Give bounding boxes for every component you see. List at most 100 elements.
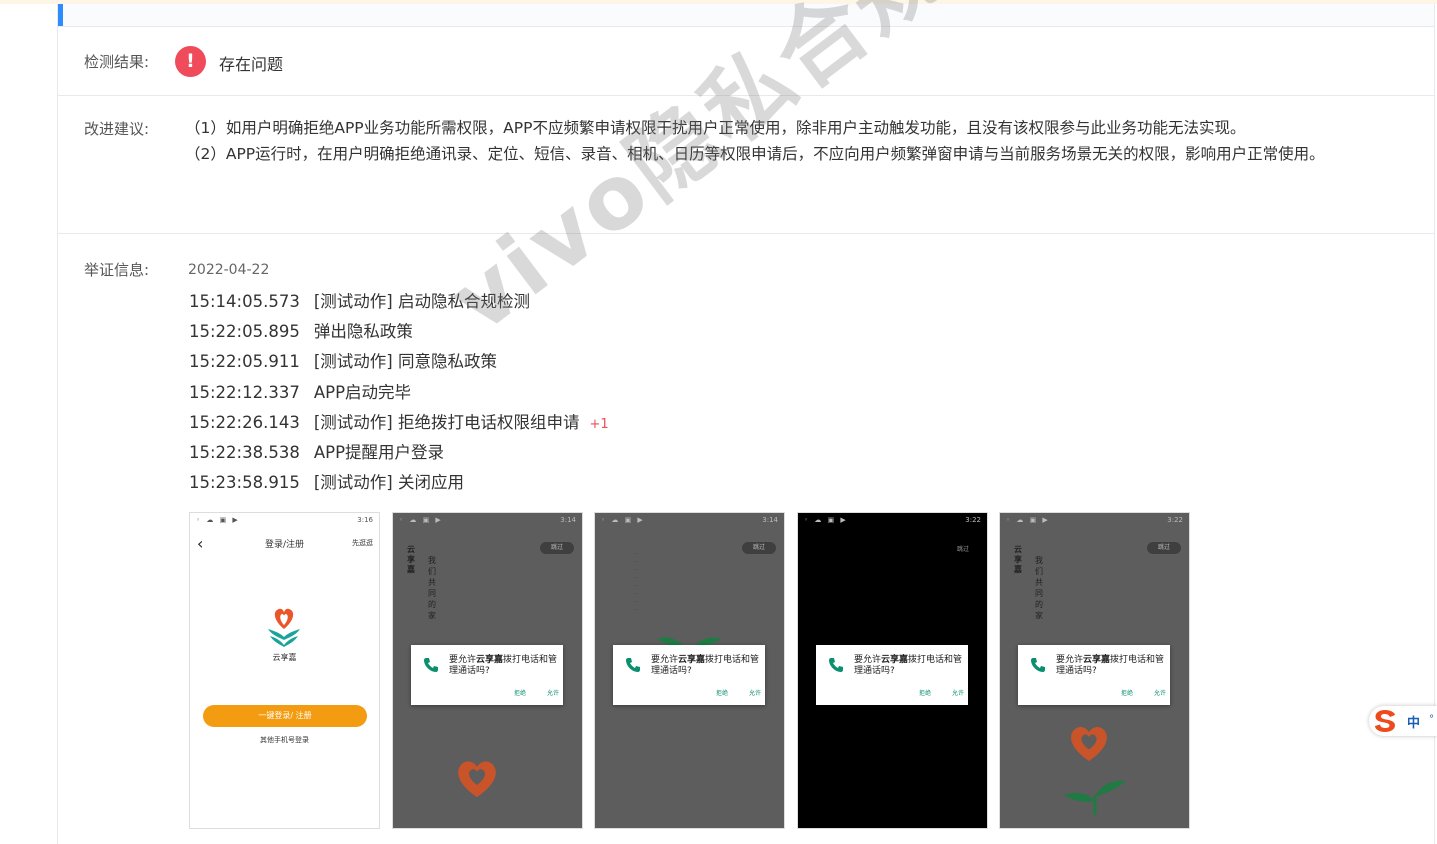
allow-button: 允许 [547, 690, 560, 697]
status-time: 3:14 [762, 516, 778, 524]
log-text: [测试动作] 启动隐私合规检测 [313, 292, 530, 311]
dialog-message: 要允许云享嘉拨打电话和管理通话吗? [854, 655, 963, 676]
ime-toolbar[interactable]: 中 ° [1369, 706, 1437, 736]
log-time: 15:22:38.538 [189, 442, 300, 462]
status-icons-left: ◦ ☁ ▣ ▶ [601, 516, 645, 524]
log-entry: 15:22:05.911 [测试动作] 同意隐私政策 [189, 348, 609, 378]
permission-dialog: 要允许云享嘉拨打电话和管理通话吗? 拒绝 允许 [1018, 645, 1170, 705]
detection-panel: 检测结果: ! 存在问题 改进建议: （1）如用户明确拒绝APP业务功能所需权限… [57, 4, 1435, 844]
status-icons-left: ◦ ☁ ▣ ▶ [196, 516, 240, 524]
log-time: 15:22:26.143 [189, 412, 300, 432]
log-text: [测试动作] 同意隐私政策 [313, 352, 497, 372]
screenshot-login[interactable]: ◦ ☁ ▣ ▶ 3:16 ‹ 登录/注册 先逛逛 云享嘉 一键登录/ 注册 其他… [189, 512, 380, 829]
log-date: 2022-04-22 [188, 262, 270, 278]
status-time: 3:16 [357, 516, 373, 524]
phone-icon [626, 658, 640, 672]
phone-icon [1031, 658, 1045, 672]
log-entry: 15:14:05.573 [测试动作] 启动隐私合规检测 [189, 288, 609, 318]
ime-punctuation-icon[interactable]: ° [1429, 714, 1434, 725]
advice-item: （1）如用户明确拒绝APP业务功能所需权限，APP不应频繁申请权限干扰用户正常使… [185, 119, 1246, 137]
log-time: 15:14:05.573 [189, 292, 300, 311]
result-row: 检测结果: ! 存在问题 [58, 27, 1434, 96]
allow-button: 允许 [1154, 690, 1167, 697]
permission-dialog: 要允许云享嘉拨打电话和管理通话吗? 拒绝 允许 [411, 645, 563, 705]
app-name: 云享嘉 [272, 653, 297, 662]
allow-button: 允许 [749, 690, 762, 697]
sogou-s-icon[interactable] [1373, 709, 1397, 733]
result-text: 存在问题 [219, 55, 284, 74]
heart-logo-icon [458, 761, 496, 797]
log-time: 15:22:05.911 [189, 352, 300, 372]
log-text: 弹出隐私政策 [313, 322, 413, 342]
deny-button: 拒绝 [1121, 690, 1134, 697]
brand-vertical-text: 云享嘉 [1014, 545, 1022, 574]
status-time: 3:22 [1167, 516, 1183, 524]
ime-mode-label[interactable]: 中 [1407, 712, 1420, 731]
dialog-message: 要允许云享嘉拨打电话和管理通话吗? [651, 655, 760, 676]
phone-icon [424, 658, 438, 672]
log-count-badge[interactable]: +1 [589, 417, 608, 432]
skip-link: 先逛逛 [352, 539, 373, 547]
log-text: [测试动作] 关闭应用 [313, 473, 464, 493]
deny-button: 拒绝 [716, 690, 729, 697]
deny-button: 拒绝 [514, 690, 527, 697]
evidence-label: 举证信息: [84, 261, 150, 279]
skip-link: 跳过 [956, 546, 969, 553]
app-logo-icon [268, 608, 300, 647]
log-entry: 15:22:12.337 APP启动完毕 [189, 379, 609, 409]
slogan-vertical-text: 我们共同的家 [1035, 556, 1043, 620]
log-time: 15:22:05.895 [189, 322, 300, 342]
log-text: APP启动完毕 [313, 382, 412, 402]
log-entry: 15:22:05.895 弹出隐私政策 [189, 318, 609, 348]
skip-pill: 跳过 [540, 542, 574, 554]
status-icons-left: ◦ ☁ ▣ ▶ [1006, 516, 1050, 524]
status-time: 3:22 [965, 516, 981, 524]
log-text: APP提醒用户登录 [313, 442, 445, 462]
screenshot-permission-dialog[interactable]: ◦ ☁ ▣ ▶ 3:14 跳过 · · · · · · · · 要允许云享嘉拨打电话和管理通话… [594, 512, 785, 829]
status-icons-left: ◦ ☁ ▣ ▶ [804, 516, 848, 524]
panel-accent-bar [58, 4, 63, 26]
log-text: [测试动作] 拒绝拨打电话权限组申请 [313, 412, 580, 432]
exclamation-icon: ! [175, 46, 206, 77]
advice-label: 改进建议: [84, 120, 150, 138]
permission-dialog: 要允许云享嘉拨打电话和管理通话吗? 拒绝 允许 [613, 645, 765, 705]
log-entry: 15:22:38.538 APP提醒用户登录 [189, 439, 609, 469]
dotted-decoration: · · · · · · · · [635, 551, 637, 614]
screenshot-permission-dialog[interactable]: ◦ ☁ ▣ ▶ 3:14 跳过 云享嘉 我们共同的家 要允许云享嘉拨打电话和管理… [392, 512, 583, 829]
advice-item: （2）APP运行时，在用户明确拒绝通讯录、定位、短信、录音、相机、日历等权限申请… [185, 145, 1325, 163]
one-click-login-button: 一键登录/ 注册 [203, 705, 367, 727]
status-icons-left: ◦ ☁ ▣ ▶ [399, 516, 443, 524]
panel-header [58, 4, 1434, 27]
result-label: 检测结果: [84, 53, 150, 71]
heart-logo-icon [1071, 726, 1107, 761]
status-time: 3:14 [560, 516, 576, 524]
log-time: 15:23:58.915 [189, 473, 300, 493]
screenshot-permission-dialog[interactable]: ◦ ☁ ▣ ▶ 3:22 跳过 要允许云享嘉拨打电话和管理通话吗? 拒绝 允许 [797, 512, 988, 829]
permission-dialog: 要允许云享嘉拨打电话和管理通话吗? 拒绝 允许 [816, 645, 968, 705]
evidence-row: 举证信息: 2022-04-22 15:14:05.573 [测试动作] 启动隐私… [58, 234, 1434, 844]
status-bar: ◦ ☁ ▣ ▶ 3:22 [1000, 513, 1189, 527]
other-phone-login-link: 其他手机号登录 [260, 736, 309, 744]
slogan-vertical-text: 我们共同的家 [428, 556, 436, 620]
status-bar: ◦ ☁ ▣ ▶ 3:22 [798, 513, 987, 527]
log-list: 15:14:05.573 [测试动作] 启动隐私合规检测 15:22:05.895… [189, 288, 609, 499]
dialog-message: 要允许云享嘉拨打电话和管理通话吗? [1056, 655, 1165, 676]
deny-button: 拒绝 [919, 690, 932, 697]
log-entry: 15:23:58.915 [测试动作] 关闭应用 [189, 469, 609, 499]
advice-body: （1）如用户明确拒绝APP业务功能所需权限，APP不应频繁申请权限干扰用户正常使… [176, 116, 1366, 166]
phone-icon [829, 658, 843, 672]
status-bar: ◦ ☁ ▣ ▶ 3:14 [595, 513, 784, 527]
brand-vertical-text: 云享嘉 [407, 545, 415, 574]
advice-row: 改进建议: （1）如用户明确拒绝APP业务功能所需权限，APP不应频繁申请权限干… [58, 96, 1434, 234]
login-title: 登录/注册 [264, 540, 305, 550]
allow-button: 允许 [952, 690, 965, 697]
status-bar: ◦ ☁ ▣ ▶ 3:14 [393, 513, 582, 527]
log-entry: 15:22:26.143 [测试动作] 拒绝拨打电话权限组申请 +1 [189, 409, 609, 439]
skip-pill: 跳过 [1147, 542, 1181, 554]
dialog-message: 要允许云享嘉拨打电话和管理通话吗? [449, 655, 558, 676]
log-time: 15:22:12.337 [189, 382, 300, 402]
sprout-icon [1064, 780, 1126, 815]
skip-pill: 跳过 [742, 542, 776, 554]
status-bar: ◦ ☁ ▣ ▶ 3:16 [190, 513, 379, 527]
screenshot-permission-dialog[interactable]: ◦ ☁ ▣ ▶ 3:22 跳过 云享嘉 我们共同的家 要允许云享嘉拨打电话和管理… [999, 512, 1190, 829]
